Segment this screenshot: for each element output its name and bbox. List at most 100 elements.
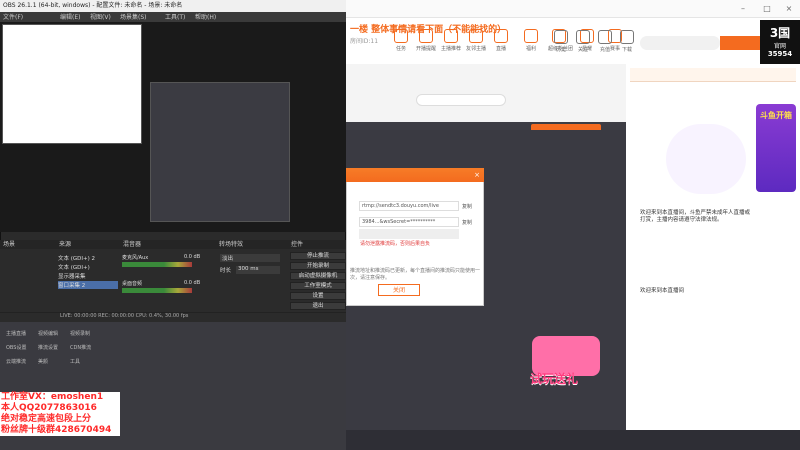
menu-tools[interactable]: 工具(T) — [165, 12, 185, 21]
download-icon — [620, 30, 634, 44]
promo-line: 本人QQ2077863016 — [0, 403, 120, 414]
app-item[interactable]: 云端推流 — [6, 358, 26, 365]
nav-recharge[interactable]: 充值 — [594, 30, 616, 53]
maximize-icon[interactable]: □ — [762, 4, 772, 14]
game-ad[interactable]: 3国 官网 35954 — [760, 20, 800, 70]
promo-badge-text: 斗鱼开箱 — [760, 111, 792, 120]
mic-volume-meter — [122, 262, 192, 267]
obs-docks: 场景 来源 混音器 转场特效 控件 文本 (GDI+) 2 文本 (GDI+) … — [0, 240, 346, 322]
nav-recommend[interactable]: 主播推荐 — [440, 29, 462, 52]
friends-icon — [469, 29, 483, 43]
history-icon — [554, 30, 568, 44]
app-item[interactable]: 推流设置 — [38, 344, 58, 351]
nav-friends[interactable]: 友邻主播 — [465, 29, 487, 52]
browser-titlebar: – □ × — [346, 0, 800, 18]
push-extra-field[interactable] — [359, 229, 459, 239]
dialog-warning: 请勿泄露推流码，否则后果自负 — [360, 241, 431, 247]
menu-view[interactable]: 视图(V) — [90, 12, 111, 21]
mixer-dock-title: 混音器 — [120, 240, 216, 249]
star-icon — [444, 29, 458, 43]
gift-banner[interactable]: 试玩送礼 — [528, 330, 604, 400]
ad-num: 35954 — [767, 50, 793, 58]
source-item[interactable]: 显示器采集 — [58, 272, 86, 280]
nav-live[interactable]: 直播 — [490, 29, 512, 52]
gift-banner-text: 试玩送礼 — [530, 372, 579, 386]
start-recording-button[interactable]: 开始录制 — [290, 262, 346, 270]
stop-stream-button[interactable]: 停止推流 — [290, 252, 346, 260]
app-item[interactable]: OBS设置 — [6, 344, 26, 351]
nav-task[interactable]: 任务 — [390, 29, 412, 52]
dialog-ok-button[interactable]: 关闭 — [378, 284, 420, 296]
obs-titlebar: OBS 26.1.1 (64-bit, windows) - 配置文件: 未命名… — [0, 0, 346, 12]
app-item[interactable]: 视频录制 — [70, 330, 90, 337]
studio-mode-button[interactable]: 工作室模式 — [290, 282, 346, 290]
scenes-dock-title: 场景 — [0, 240, 56, 249]
chat-tabs[interactable] — [630, 68, 796, 82]
bell-icon — [419, 29, 433, 43]
nav-history[interactable]: 历史 — [550, 30, 572, 53]
live-icon — [494, 29, 508, 43]
push-url-field[interactable]: rtmp://sendtc3.douyu.com/live — [359, 201, 459, 211]
chat-message: 欢迎来到本直播间 — [640, 288, 685, 294]
mixer-desktop-label: 桌面音频 — [122, 281, 143, 287]
search-input[interactable] — [640, 36, 720, 50]
source-item-selected[interactable]: 窗口采集 2 — [58, 281, 118, 289]
obs-menubar: 文件(F) 编辑(E) 视图(V) 场景集(S) 工具(T) 帮助(H) — [0, 12, 346, 22]
chat-message: 欢迎来到本直播间，斗鱼严禁未成年人直播或打赏，主播内容请遵守法律法规。 — [640, 210, 751, 223]
obs-preview[interactable] — [0, 22, 346, 232]
menu-edit[interactable]: 编辑(E) — [60, 12, 80, 21]
task-icon — [394, 29, 408, 43]
obs-status-text: LIVE: 00:00:00 REC: 00:00:00 CPU: 0.4%, … — [60, 313, 189, 319]
menu-help[interactable]: 帮助(H) — [195, 12, 216, 21]
transition-select[interactable]: 淡出 — [220, 254, 280, 262]
mixer-desktop-value: 0.0 dB — [184, 280, 201, 286]
dialog-header: × — [346, 168, 484, 182]
sources-dock-title: 来源 — [56, 240, 120, 249]
nav-follow[interactable]: 关注 — [572, 30, 594, 53]
nav-download[interactable]: 下载 — [616, 30, 638, 53]
promo-line: 绝对稳定高速包段上分 — [0, 414, 120, 425]
promo-line: 粉丝牌十级群428670494 — [0, 425, 120, 436]
room-tag-input[interactable] — [416, 94, 506, 106]
gift-icon — [524, 29, 538, 43]
nav-welfare[interactable]: 福利 — [520, 29, 542, 52]
room-id: 房间ID:11 — [350, 38, 379, 45]
mixer-mic-value: 0.0 dB — [184, 254, 201, 260]
source-item[interactable]: 文本 (GDI+) — [58, 263, 90, 271]
mixer-mic-label: 麦克风/Aux — [122, 255, 149, 261]
copy-key-button[interactable]: 复制 — [462, 219, 472, 226]
menu-file[interactable]: 文件(F) — [3, 12, 23, 21]
heart-icon — [576, 30, 590, 44]
virtual-camera-button[interactable]: 启动虚拟摄像机 — [290, 272, 346, 280]
obs-statusbar: LIVE: 00:00:00 REC: 00:00:00 CPU: 0.4%, … — [0, 312, 346, 322]
push-key-field[interactable]: 3984...&wsSecret=********** — [359, 217, 459, 227]
dialog-close-icon[interactable]: × — [474, 171, 480, 179]
promo-line: 工作室VX：emoshen1 — [0, 392, 120, 403]
anchor-avatar — [666, 124, 746, 194]
controls-dock-title: 控件 — [288, 240, 346, 249]
settings-button[interactable]: 设置 — [290, 292, 346, 300]
transitions-dock-title: 转场特效 — [216, 240, 288, 249]
ad-title: 3国 — [769, 26, 791, 40]
app-item[interactable]: CDN推流 — [70, 344, 91, 351]
app-item[interactable]: 美颜 — [38, 358, 48, 365]
minimize-icon[interactable]: – — [738, 4, 748, 14]
close-icon[interactable]: × — [784, 4, 794, 14]
source-item[interactable]: 文本 (GDI+) 2 — [58, 254, 95, 262]
exit-button[interactable]: 退出 — [290, 302, 346, 310]
dialog-tip: 推流地址和推流码已更新，每个直播间的推流码只能使用一次，请注意保存。 — [350, 268, 481, 281]
coin-icon — [598, 30, 612, 44]
desktop-volume-meter — [122, 288, 192, 293]
app-item[interactable]: 视频编辑 — [38, 330, 58, 337]
menu-scene-collection[interactable]: 场景集(S) — [120, 12, 147, 21]
promo-badge[interactable]: 斗鱼开箱 — [756, 104, 796, 192]
ad-sub: 官网 — [773, 43, 786, 50]
copy-url-button[interactable]: 复制 — [462, 203, 472, 210]
promo-text: 工作室VX：emoshen1 本人QQ2077863016 绝对稳定高速包段上分… — [0, 392, 120, 442]
app-item[interactable]: 主播直播 — [6, 330, 26, 337]
nested-preview — [2, 24, 142, 144]
transition-duration-input[interactable]: 300 ms — [236, 266, 280, 274]
obs-title: OBS 26.1.1 (64-bit, windows) - 配置文件: 未命名… — [3, 2, 183, 9]
app-item[interactable]: 工具 — [70, 358, 80, 365]
nav-remind[interactable]: 开播提醒 — [415, 29, 437, 52]
